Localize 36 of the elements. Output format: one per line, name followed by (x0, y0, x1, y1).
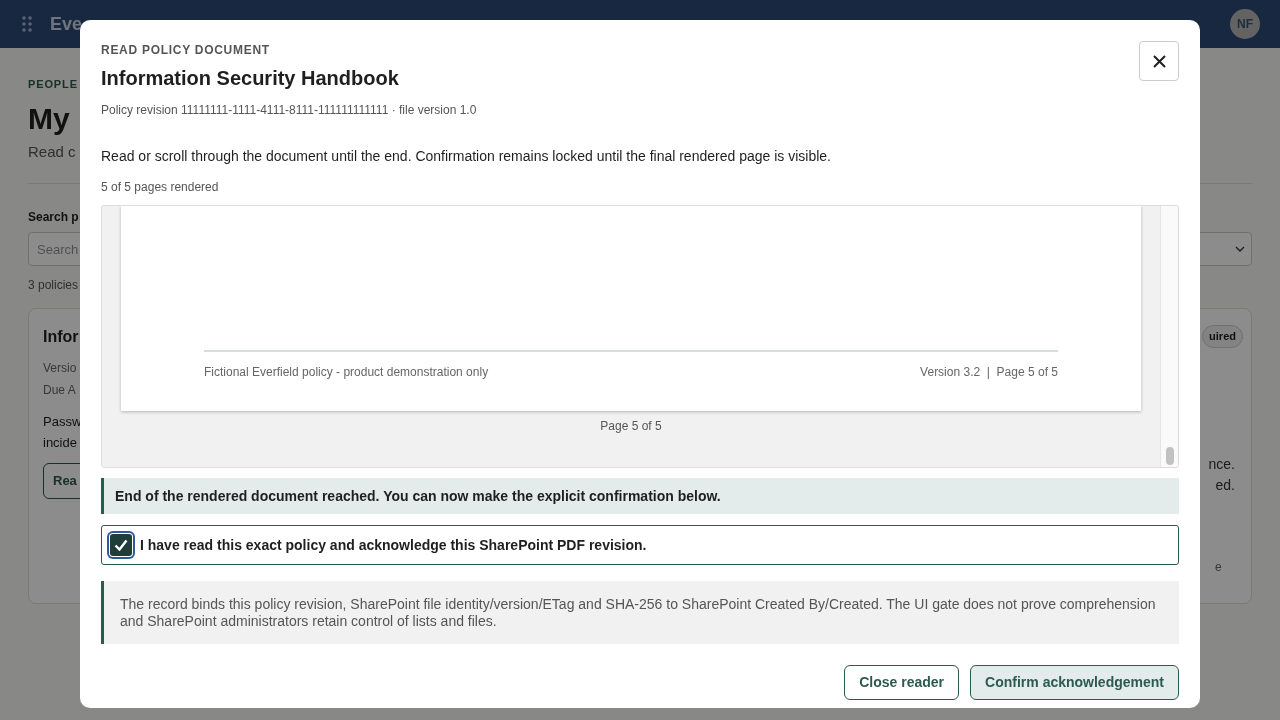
info-note: The record binds this policy revision, SharePoint file identity/version/ETag and SHA-256 to SharePoint Created By/Created. The UI gate does not prove comprehension and SharePoint administrators retain control of lists and files. (101, 581, 1179, 644)
confirm-button[interactable]: Confirm acknowledgement (970, 665, 1179, 700)
page-footer-text: Version 3.2 | Page 5 of 5 (920, 364, 1058, 381)
close-icon (1152, 54, 1166, 68)
close-button[interactable] (1139, 41, 1179, 81)
status-notice: End of the rendered document reached. You can now make the explicit confirmation below. (101, 478, 1179, 514)
card-meta: Versio (43, 360, 78, 377)
grid-icon[interactable] (22, 16, 34, 32)
dialog-title: Information Security Handbook (101, 66, 400, 91)
card-text: nce. (1208, 454, 1235, 474)
dialog-eyebrow: READ POLICY DOCUMENT (101, 42, 271, 59)
page-label: Page 5 of 5 (600, 418, 662, 435)
close-reader-button[interactable]: Close reader (844, 665, 960, 700)
confirmation-label: I have read this exact policy and acknowledge this SharePoint PDF revision. (140, 535, 647, 555)
confirmation-row[interactable]: I have read this exact policy and acknowledge this SharePoint PDF revision. (101, 525, 1179, 565)
eyebrow: PEOPLE (28, 77, 78, 92)
scrollbar[interactable] (1160, 206, 1178, 467)
card-meta: Due A (43, 382, 77, 399)
page-subtitle: Read c (28, 141, 76, 162)
card-text: incide (43, 434, 78, 452)
status-badge: uired (1202, 325, 1243, 348)
chevron-down-icon (1235, 246, 1245, 252)
dialog-subtitle: Policy revision 11111111-1111-4111-8111-111111111111 · file version 1.0 (101, 102, 477, 119)
search-label: Search p (28, 209, 79, 226)
card-text: Passw (43, 413, 83, 431)
card-footnote: e (1214, 558, 1222, 576)
confirmation-checkbox[interactable] (110, 534, 132, 556)
app-name: Eve (50, 12, 83, 36)
card-text: ed. (1215, 475, 1235, 495)
page-footer-text: Fictional Everfield policy - product demonstration only (204, 364, 489, 381)
checkmark-icon (114, 539, 128, 551)
card-title: Infor (43, 327, 80, 347)
instruction-text: Read or scroll through the document until the end. Confirmation remains locked until the final rendered page is visible. (101, 147, 832, 166)
progress-text: 5 of 5 pages rendered (101, 179, 220, 196)
result-count: 3 policies (28, 277, 80, 294)
page-heading: My (28, 100, 70, 137)
